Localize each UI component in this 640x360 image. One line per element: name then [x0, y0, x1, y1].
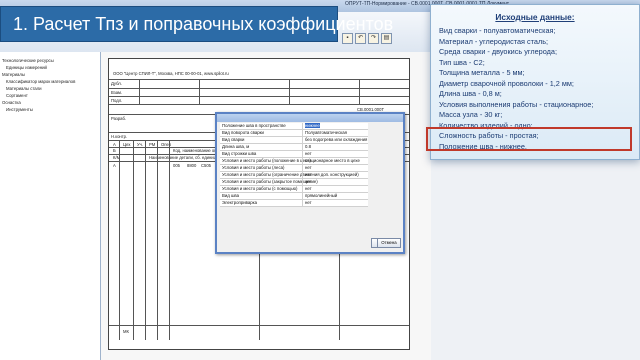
param-key: Вид шва — [222, 193, 240, 198]
source-data-line: Тип шва - С2; — [439, 57, 485, 67]
print-icon[interactable]: ▤ — [381, 33, 392, 44]
param-value[interactable]: нет — [302, 151, 369, 157]
source-data-line: Длина шва - 0,8 м; — [439, 89, 502, 98]
highlight-frame — [426, 127, 632, 151]
dialog-titlebar — [217, 114, 403, 122]
tree-item[interactable]: Оснастка — [2, 100, 21, 105]
param-row[interactable]: Длина шва, м 0.8 — [220, 144, 368, 151]
redo-icon[interactable]: ↷ — [368, 33, 379, 44]
developer-label: Разраб. — [111, 116, 127, 121]
weld-parameters-dialog: Положение шва в пространстве нижнее Вид п… — [215, 112, 405, 254]
param-row[interactable]: Вид шва прямолинейный — [220, 193, 368, 200]
param-key: Вид сварки — [222, 137, 245, 142]
param-row[interactable]: Условия и место работы (закрытое помещен… — [220, 179, 368, 186]
param-value[interactable]: стационарное место в цехе — [302, 158, 369, 164]
param-row[interactable]: Вид строжки шва нет — [220, 151, 368, 158]
source-data-line: Условия выполнения работы - стационарное… — [439, 99, 594, 109]
param-value[interactable]: нет — [302, 200, 369, 206]
row-label: Взам. — [111, 90, 123, 95]
param-value[interactable]: прямолинейный — [302, 193, 369, 199]
param-row[interactable]: Условия и место работы (с помощью) нет — [220, 186, 368, 193]
param-value[interactable]: нет — [302, 186, 369, 192]
source-data-line: Материал - углеродистая сталь; — [439, 36, 549, 46]
undo-icon[interactable]: ↶ — [355, 33, 366, 44]
param-row[interactable]: Вид сварки без подогрева или охлаждения — [220, 137, 368, 144]
row-label: А — [113, 163, 116, 168]
param-row[interactable]: Условия и место работы (леса) нет — [220, 165, 368, 172]
tree-item[interactable]: Единицы измерений — [6, 65, 47, 70]
tree-item[interactable]: Сортамент — [6, 93, 28, 98]
param-key: Длина шва, м — [222, 144, 250, 149]
row-label: Подл. — [111, 98, 123, 103]
param-value[interactable]: нет — [302, 172, 369, 178]
slide-title: 1. Расчет Тпз и поправочных коэффициенто… — [0, 6, 393, 42]
cancel-button[interactable]: Отмена — [377, 238, 401, 248]
source-data-line: Вид сварки - полуавтоматическая; — [439, 26, 556, 35]
param-row[interactable]: Электроприварка нет — [220, 200, 368, 207]
source-data-line: Диаметр сварочной проволоки - 1,2 мм; — [439, 78, 574, 88]
param-value[interactable]: 0.8 — [302, 144, 369, 150]
row-label: Б — [113, 148, 116, 153]
resources-tree: Технологические ресурсы Единицы измерени… — [0, 52, 101, 360]
tree-item[interactable]: Классификатор марок материалов — [6, 79, 75, 84]
param-key: Вид строжки шва — [222, 151, 257, 156]
param-value[interactable]: нижнее — [305, 123, 320, 128]
param-key: Условия и место работы (положение в цехе… — [222, 158, 311, 163]
source-data-line: Среда сварки - двуокись углерода; — [439, 47, 557, 56]
norm-control-label: Н.контр. — [111, 134, 128, 139]
tree-item[interactable]: Материалы стали — [6, 86, 42, 91]
param-row[interactable]: Условия и место работы (ограничение движ… — [220, 172, 368, 179]
param-value[interactable]: без подогрева или охлаждения — [302, 137, 369, 143]
param-value[interactable]: нет — [302, 179, 369, 185]
param-key: Условия и место работы (леса) — [222, 165, 285, 170]
param-row[interactable]: Положение шва в пространстве нижнее — [220, 123, 368, 130]
operation-number: 005 — [173, 163, 180, 168]
source-data-line: Масса узла - 30 кг; — [439, 110, 503, 119]
operation-code: 8800 — [187, 163, 197, 168]
param-value[interactable]: нет — [302, 165, 369, 171]
source-data-line: Толщина металла - 5 мм; — [439, 68, 525, 77]
param-row[interactable]: Вид поворота сварки Полуавтоматическая — [220, 130, 368, 137]
param-value[interactable]: Полуавтоматическая — [302, 130, 369, 136]
param-key: Электроприварка — [222, 200, 258, 205]
param-row[interactable]: Условия и место работы (положение в цехе… — [220, 158, 368, 165]
source-data-heading: Исходные данные: — [495, 12, 575, 22]
tree-item[interactable]: Материалы — [2, 72, 25, 77]
operation-name: С505 — [201, 163, 212, 168]
param-key: Условия и место работы (с помощью) — [222, 186, 298, 191]
tree-item[interactable]: Технологические ресурсы — [2, 58, 54, 63]
company-line: ООО "Центр СПИЛ-Т", Москва, НПС 00-00-01… — [113, 71, 229, 76]
row-label: Дубл. — [111, 81, 122, 86]
sheet-footer: МК — [123, 329, 129, 334]
param-key: Положение шва в пространстве — [222, 123, 286, 128]
tree-item[interactable]: Инструменты — [6, 107, 33, 112]
param-key: Вид поворота сварки — [222, 130, 264, 135]
